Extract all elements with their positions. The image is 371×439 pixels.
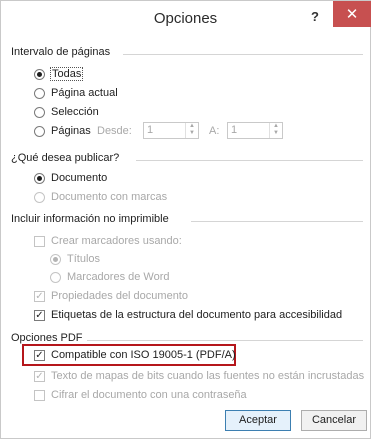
radio-headings-label: Títulos	[67, 253, 101, 265]
radio-pages[interactable]: Páginas	[34, 125, 91, 137]
checkbox-create-bookmarks-box[interactable]	[34, 235, 45, 247]
radio-document-with-markup-indicator[interactable]	[34, 191, 45, 203]
checkbox-doc-properties-label: Propiedades del documento	[51, 290, 188, 302]
options-dialog: Opciones ? ✕ Intervalo de páginas Todas …	[0, 0, 371, 439]
checkbox-create-bookmarks-label: Crear marcadores usando:	[51, 235, 182, 247]
page-range-divider	[123, 54, 363, 55]
radio-headings-indicator[interactable]	[50, 253, 61, 265]
checkbox-bitmap-text[interactable]: ✓ Texto de mapas de bits cuando las fuen…	[34, 370, 364, 382]
close-button[interactable]: ✕	[333, 1, 371, 27]
page-range-title: Intervalo de páginas	[11, 46, 111, 58]
radio-pages-label: Páginas	[51, 125, 91, 137]
from-page-value: 1	[147, 124, 154, 136]
radio-document-indicator[interactable]	[34, 172, 45, 184]
radio-selection[interactable]: Selección	[34, 106, 99, 118]
checkbox-iso-pdfa-label: Compatible con ISO 19005-1 (PDF/A)	[51, 349, 236, 361]
radio-document-with-markup[interactable]: Documento con marcas	[34, 191, 167, 203]
radio-headings[interactable]: Títulos	[50, 253, 100, 265]
checkbox-doc-properties[interactable]: ✓ Propiedades del documento	[34, 290, 188, 302]
from-page-stepper[interactable]: 1 ▲ ▼	[143, 122, 199, 139]
publish-divider	[136, 160, 363, 161]
cancel-button[interactable]: Cancelar	[301, 410, 367, 431]
radio-current-page[interactable]: Página actual	[34, 87, 118, 99]
checkbox-create-bookmarks[interactable]: Crear marcadores usando:	[34, 235, 182, 247]
radio-all[interactable]: Todas	[34, 67, 84, 81]
radio-pages-indicator[interactable]	[34, 125, 45, 137]
checkbox-structure-tags[interactable]: ✓ Etiquetas de la estructura del documen…	[34, 309, 342, 321]
radio-document[interactable]: Documento	[34, 172, 107, 184]
help-icon[interactable]: ?	[311, 9, 319, 24]
radio-current-page-label: Página actual	[51, 87, 118, 99]
checkbox-bitmap-text-label: Texto de mapas de bits cuando las fuente…	[51, 370, 365, 382]
checkbox-doc-properties-box[interactable]: ✓	[34, 290, 45, 302]
nonprint-divider	[191, 221, 363, 222]
radio-document-with-markup-label: Documento con marcas	[51, 191, 168, 203]
radio-word-bookmarks-label: Marcadores de Word	[67, 271, 170, 283]
publish-title: ¿Qué desea publicar?	[11, 152, 120, 164]
from-label: Desde:	[97, 125, 132, 137]
checkbox-encrypt-box[interactable]	[34, 389, 45, 401]
radio-all-indicator[interactable]	[34, 68, 45, 80]
checkbox-iso-pdfa-box[interactable]: ✓	[34, 349, 45, 361]
checkbox-encrypt[interactable]: Cifrar el documento con una contraseña	[34, 389, 247, 401]
to-page-value: 1	[231, 124, 238, 136]
to-page-stepper[interactable]: 1 ▲ ▼	[227, 122, 283, 139]
checkbox-encrypt-label: Cifrar el documento con una contraseña	[51, 389, 247, 401]
to-label: A:	[209, 125, 220, 137]
to-page-spinner-arrows[interactable]: ▲ ▼	[269, 123, 282, 138]
radio-current-page-indicator[interactable]	[34, 87, 45, 99]
checkbox-iso-pdfa[interactable]: ✓ Compatible con ISO 19005-1 (PDF/A)	[34, 349, 236, 361]
checkbox-structure-tags-box[interactable]: ✓	[34, 309, 45, 321]
checkbox-bitmap-text-box[interactable]: ✓	[34, 370, 45, 382]
pdf-options-divider	[87, 340, 363, 341]
radio-selection-label: Selección	[51, 106, 99, 118]
from-page-spinner-arrows[interactable]: ▲ ▼	[185, 123, 198, 138]
checkbox-structure-tags-label: Etiquetas de la estructura del documento…	[51, 309, 343, 321]
radio-word-bookmarks-indicator[interactable]	[50, 271, 61, 283]
close-icon: ✕	[345, 6, 359, 23]
pdf-options-title: Opciones PDF	[11, 332, 83, 344]
radio-word-bookmarks[interactable]: Marcadores de Word	[50, 271, 170, 283]
title-bar: Opciones ? ✕	[1, 1, 371, 37]
radio-selection-indicator[interactable]	[34, 106, 45, 118]
radio-all-label: Todas	[49, 67, 84, 81]
nonprint-title: Incluir información no imprimible	[11, 213, 169, 225]
radio-document-label: Documento	[51, 172, 108, 184]
accept-button[interactable]: Aceptar	[225, 410, 291, 431]
